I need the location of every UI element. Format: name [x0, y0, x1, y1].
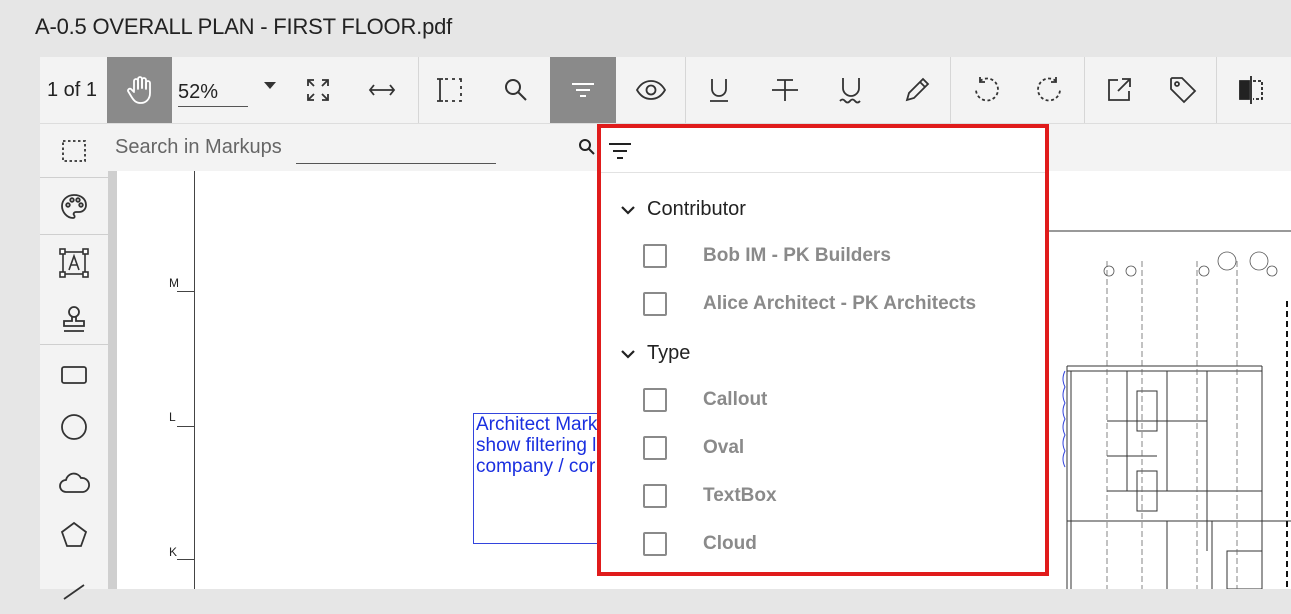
stamp-tool-button[interactable] — [40, 294, 108, 344]
zoom-input[interactable]: 52% — [178, 73, 248, 107]
chevron-down-icon — [621, 205, 635, 215]
underline-button[interactable] — [688, 57, 750, 123]
type-option-textbox[interactable]: TextBox — [643, 484, 777, 508]
checkbox[interactable] — [643, 484, 667, 508]
type-group-label: Type — [647, 342, 691, 364]
contributor-group-label: Contributor — [647, 198, 746, 220]
checkbox[interactable] — [643, 532, 667, 556]
document-title: A-0.5 OVERALL PLAN - FIRST FLOOR.pdf — [35, 14, 453, 39]
marquee-select-button[interactable] — [420, 57, 480, 123]
checkbox[interactable] — [643, 388, 667, 412]
option-label: Bob IM - PK Builders — [703, 245, 891, 266]
rectangle-tool-button[interactable] — [40, 350, 108, 400]
strikethrough-icon — [770, 76, 800, 104]
marquee-select-icon — [436, 76, 464, 104]
fit-width-icon — [367, 80, 397, 100]
fit-page-icon — [304, 76, 332, 104]
checkbox[interactable] — [643, 244, 667, 268]
markups-search-input[interactable]: Search in Markups — [115, 136, 282, 159]
checkbox[interactable] — [643, 292, 667, 316]
search-underline — [296, 163, 496, 164]
cloud-tool-button[interactable] — [40, 458, 108, 508]
line-icon — [60, 575, 88, 603]
visibility-eye-icon — [635, 79, 667, 101]
palette-icon — [59, 192, 89, 222]
open-external-button[interactable] — [1088, 57, 1150, 123]
contributor-option-alice[interactable]: Alice Architect - PK Architects — [643, 292, 976, 316]
filter-icon[interactable] — [607, 140, 633, 162]
pan-hand-icon — [124, 74, 156, 106]
fit-page-button[interactable] — [288, 57, 348, 123]
line-tool-button[interactable] — [40, 564, 108, 614]
cloud-icon — [57, 470, 91, 496]
option-label: Callout — [703, 389, 768, 410]
type-option-callout[interactable]: Callout — [643, 388, 767, 412]
rotate-right-button[interactable] — [1020, 57, 1082, 123]
polygon-icon — [59, 520, 89, 550]
checkbox[interactable] — [643, 436, 667, 460]
contributor-option-bob[interactable]: Bob IM - PK Builders — [643, 244, 891, 268]
color-palette-button[interactable] — [40, 182, 108, 232]
markup-filter-panel: Contributor Bob IM - PK Builders Alice A… — [597, 124, 1049, 576]
grid-label-k: K — [169, 545, 178, 559]
rotate-left-icon — [971, 75, 999, 105]
filter-icon — [570, 80, 596, 100]
stamp-icon — [60, 304, 88, 334]
fit-width-button[interactable] — [352, 57, 412, 123]
chevron-down-icon — [621, 349, 635, 359]
tag-icon — [1168, 75, 1198, 105]
open-external-icon — [1105, 76, 1133, 104]
grid-label-l: L — [169, 410, 176, 424]
rotate-left-button[interactable] — [954, 57, 1016, 123]
grid-line — [194, 171, 195, 589]
zoom-value: 52% — [178, 81, 219, 103]
zoom-dropdown-arrow-icon[interactable] — [264, 82, 276, 89]
circle-tool-button[interactable] — [40, 402, 108, 452]
text-box-tool-button[interactable] — [40, 238, 108, 288]
rectangle-icon — [60, 364, 88, 386]
option-label: Alice Architect - PK Architects — [703, 293, 977, 314]
option-label: Oval — [703, 437, 745, 458]
grid-label-m: M — [169, 276, 179, 290]
squiggly-button[interactable] — [820, 57, 882, 123]
search-icon — [502, 76, 530, 104]
search-button[interactable] — [486, 57, 546, 123]
compare-button[interactable] — [1220, 57, 1282, 123]
marquee-icon — [60, 137, 88, 165]
pencil-icon — [903, 76, 931, 104]
search-icon[interactable] — [578, 138, 596, 156]
type-option-oval[interactable]: Oval — [643, 436, 744, 460]
strikethrough-button[interactable] — [754, 57, 816, 123]
floor-plan-drawing — [1047, 230, 1291, 589]
markup-text: Architect Mark show filtering l company … — [476, 414, 598, 477]
underline-icon — [707, 76, 731, 104]
text-box-icon — [58, 247, 90, 279]
polygon-tool-button[interactable] — [40, 510, 108, 560]
page-indicator: 1 of 1 — [46, 78, 98, 101]
visibility-button[interactable] — [620, 57, 682, 123]
option-label: TextBox — [703, 485, 777, 506]
filter-panel-header — [601, 128, 1045, 173]
compare-icon — [1237, 75, 1265, 105]
contributor-group-header[interactable]: Contributor — [621, 198, 746, 221]
squiggly-underline-icon — [838, 75, 864, 105]
marquee-tool-button[interactable] — [40, 126, 108, 176]
pan-tool-button[interactable] — [107, 57, 172, 123]
markup-tools-column — [40, 124, 108, 600]
circle-icon — [59, 412, 89, 442]
pencil-button[interactable] — [886, 57, 948, 123]
filter-button[interactable] — [550, 57, 616, 123]
type-option-cloud[interactable]: Cloud — [643, 532, 757, 556]
option-label: Cloud — [703, 533, 757, 554]
tag-button[interactable] — [1152, 57, 1214, 123]
rotate-right-icon — [1037, 75, 1065, 105]
type-group-header[interactable]: Type — [621, 342, 690, 365]
main-toolbar: 1 of 1 52% — [40, 57, 1291, 124]
